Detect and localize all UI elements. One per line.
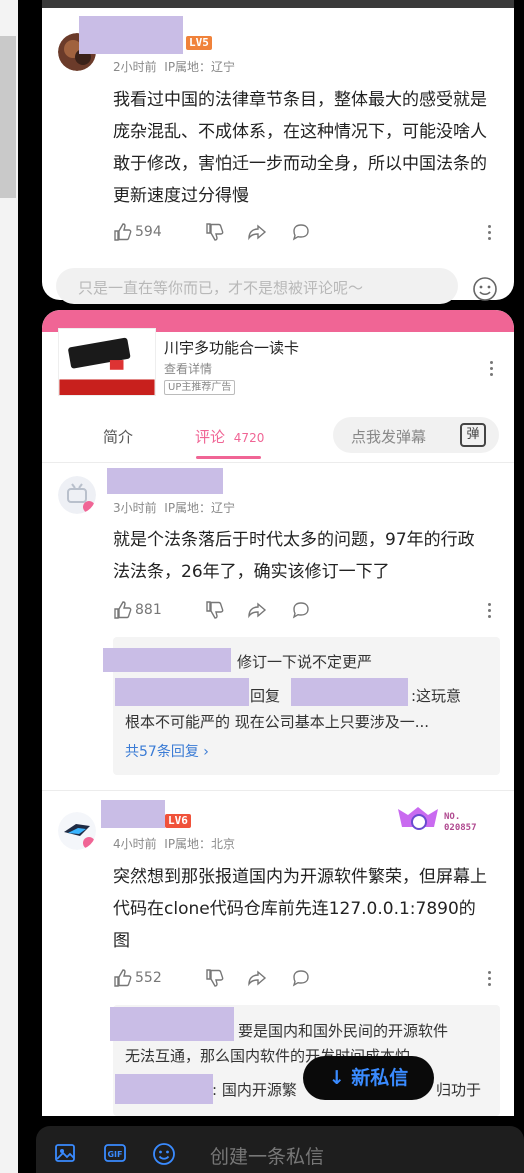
comment-meta: 3小时前 IP属地：辽宁 bbox=[113, 499, 235, 516]
comment-text: 突然想到那张报道国内为开源软件繁荣，但屏幕上代码在clone代码仓库前先连127… bbox=[113, 867, 487, 951]
danmu-toggle-icon[interactable]: 弹 bbox=[460, 423, 486, 447]
comment-ip: IP属地：辽宁 bbox=[164, 60, 236, 74]
like-count: 594 bbox=[135, 224, 162, 240]
thumbs-up-icon[interactable] bbox=[113, 222, 133, 242]
share-icon[interactable] bbox=[247, 222, 267, 242]
tab-comments-label: 评论 bbox=[195, 428, 226, 446]
more-options-icon[interactable] bbox=[488, 225, 492, 241]
tab-intro[interactable]: 简介 bbox=[103, 426, 133, 447]
ad-tag: UP主推荐广告 bbox=[164, 380, 236, 395]
more-options-icon[interactable] bbox=[488, 971, 492, 987]
comment-divider bbox=[42, 790, 514, 791]
reply-input[interactable]: 只是一直在等你而已，才不是想被评论呢～ bbox=[56, 268, 458, 304]
like-count: 881 bbox=[135, 602, 162, 618]
comment-count: 4720 bbox=[233, 431, 265, 445]
thumbs-down-icon[interactable] bbox=[205, 222, 225, 242]
new-message-button[interactable]: ↓ 新私信 bbox=[303, 1056, 434, 1100]
level-badge: LV5 bbox=[186, 36, 212, 50]
reply-text: : 国内开源繁 bbox=[212, 1081, 297, 1099]
thumbs-down-icon[interactable] bbox=[205, 600, 225, 620]
ad-product-image[interactable] bbox=[58, 328, 156, 396]
tab-comments[interactable]: 评论 4720 bbox=[195, 426, 264, 447]
user-avatar[interactable] bbox=[58, 812, 96, 850]
comment-time: 2小时前 bbox=[113, 60, 157, 74]
reply-input-placeholder: 只是一直在等你而已，才不是想被评论呢～ bbox=[78, 279, 364, 297]
page: LV5 2小时前 IP属地：辽宁 我看过中国的法律章节条目，整体最大的感受就是庞… bbox=[0, 0, 524, 1173]
reply-text: 要是国内和国外民间的开源软件 bbox=[238, 1022, 449, 1040]
view-all-replies-link[interactable]: 共57条回复 › bbox=[125, 741, 209, 761]
comment-text: 我看过中国的法律章节条目，整体最大的感受就是庞杂混乱、不成体系，在这种情况下，可… bbox=[113, 90, 487, 206]
redacted-username[interactable] bbox=[115, 1074, 213, 1104]
tabs-divider bbox=[42, 462, 514, 463]
comment-ip: IP属地：辽宁 bbox=[164, 501, 236, 515]
comment-actions: 552 bbox=[113, 968, 311, 988]
thumbs-up-icon[interactable] bbox=[113, 600, 133, 620]
redacted-username[interactable] bbox=[103, 648, 231, 672]
reply-label: 回复 bbox=[250, 687, 281, 705]
level-badge: LV6 bbox=[165, 814, 191, 828]
comment-time: 3小时前 bbox=[113, 501, 157, 515]
svg-text:GIF: GIF bbox=[107, 1150, 122, 1159]
redacted-username[interactable] bbox=[115, 678, 249, 706]
scrollbar-thumb[interactable] bbox=[0, 36, 16, 198]
redacted-username[interactable] bbox=[107, 468, 223, 494]
ad-more-icon[interactable] bbox=[490, 361, 494, 377]
comment-ip: IP属地：北京 bbox=[164, 837, 236, 851]
comment-text: 就是个法条落后于时代太多的问题，97年的行政法法条，26年了，确实该修订一下了 bbox=[113, 530, 475, 582]
like-count: 552 bbox=[135, 970, 162, 986]
image-icon[interactable] bbox=[54, 1142, 76, 1164]
reply-icon[interactable] bbox=[291, 968, 311, 988]
fan-badge-icon bbox=[398, 807, 438, 830]
comment-actions: 594 bbox=[113, 222, 311, 242]
comment-time: 4小时前 bbox=[113, 837, 157, 851]
comment-meta: 2小时前 IP属地：辽宁 bbox=[113, 58, 235, 75]
emoji-icon[interactable] bbox=[472, 276, 498, 302]
reply-text: 修订一下说不定更严 bbox=[237, 653, 373, 671]
reply-text: 归功于 bbox=[436, 1081, 482, 1099]
message-composer: GIF 创建一条私信 bbox=[36, 1126, 524, 1173]
redacted-username[interactable] bbox=[291, 678, 408, 706]
redacted-username[interactable] bbox=[101, 800, 165, 828]
redacted-username[interactable] bbox=[79, 16, 183, 54]
user-avatar[interactable] bbox=[58, 476, 96, 514]
thumbs-down-icon[interactable] bbox=[205, 968, 225, 988]
reply-text: 根本不可能严的 现在公司基本上只要涉及一... bbox=[125, 713, 430, 731]
emoji-icon[interactable] bbox=[152, 1142, 176, 1166]
ad-details-link[interactable]: 查看详情 bbox=[164, 360, 212, 377]
tab-indicator bbox=[196, 456, 261, 459]
ad-title[interactable]: 川宇多功能合一读卡 bbox=[164, 337, 299, 358]
reply-icon[interactable] bbox=[291, 222, 311, 242]
thumbs-up-icon[interactable] bbox=[113, 968, 133, 988]
comment-actions: 881 bbox=[113, 600, 311, 620]
danmu-placeholder: 点我发弹幕 bbox=[351, 428, 427, 446]
comment-meta: 4小时前 IP属地：北京 bbox=[113, 835, 235, 852]
card-top-edge bbox=[42, 0, 514, 8]
fan-badge-number: NO. 020857 bbox=[444, 812, 477, 833]
share-icon[interactable] bbox=[247, 600, 267, 620]
reply-icon[interactable] bbox=[291, 600, 311, 620]
share-icon[interactable] bbox=[247, 968, 267, 988]
reply-text: :这玩意 bbox=[411, 687, 462, 705]
more-options-icon[interactable] bbox=[488, 603, 492, 619]
redacted-username[interactable] bbox=[110, 1007, 234, 1041]
gif-icon[interactable]: GIF bbox=[104, 1143, 126, 1163]
message-input[interactable]: 创建一条私信 bbox=[210, 1142, 324, 1169]
left-strip bbox=[0, 0, 18, 1173]
